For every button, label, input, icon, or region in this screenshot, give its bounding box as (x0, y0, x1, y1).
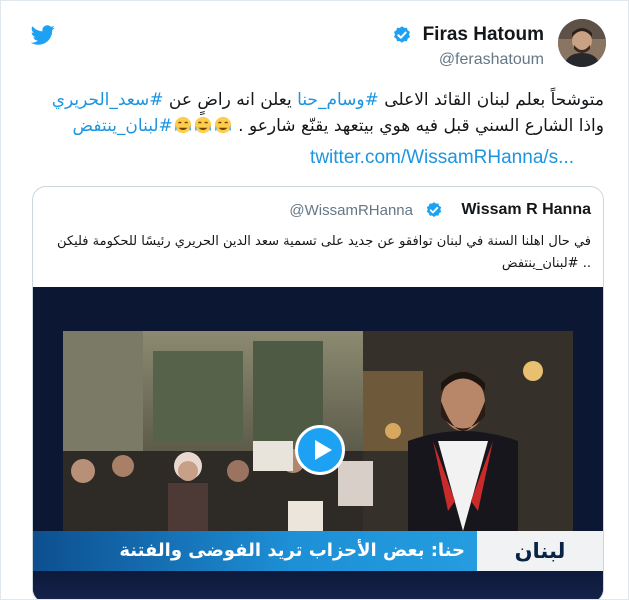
tears-of-joy-emoji-icon (194, 116, 211, 134)
play-icon[interactable] (295, 425, 345, 475)
author-name[interactable]: Firas Hatoum (423, 24, 544, 46)
tweet-text: متوشحاً بعلم لبنان القائد الاعلى #وسام_ح… (31, 87, 604, 139)
hashtag-link[interactable]: #سعد_الحريري (52, 90, 164, 110)
hashtag-link[interactable]: #وسام_حنا (297, 90, 379, 110)
tweet-text-part: متوشحاً بعلم لبنان القائد الاعلى (378, 90, 604, 110)
tweet-url-link[interactable]: twitter.com/WissamRHanna/s... (310, 147, 574, 169)
news-banner: حنا: بعض الأحزاب تريد الفوضى والفتنة لبن… (33, 531, 603, 571)
twitter-bird-icon[interactable] (31, 23, 55, 47)
tweet-text-part: واذا الشارع السني قبل فيه هوي بيتعهد يقن… (232, 116, 604, 136)
quoted-author-handle[interactable]: @WissamRHanna (289, 202, 413, 219)
embedded-tweet-card: Firas Hatoum @ferashatoum متوشحاً بعلم ل… (0, 0, 629, 600)
video-lower-strip (33, 571, 603, 599)
news-banner-tag-label: لبنان (514, 539, 566, 563)
news-banner-tag: لبنان (477, 531, 603, 571)
tears-of-joy-emoji-icon (214, 116, 231, 134)
quoted-hashtag: #لبنان_ينتفض (501, 256, 579, 271)
quoted-tweet[interactable]: Wissam R Hanna @WissamRHanna في حال اهلن… (32, 186, 604, 599)
verified-badge-icon (426, 202, 442, 217)
news-banner-headline: حنا: بعض الأحزاب تريد الفوضى والفتنة (119, 540, 465, 561)
author-handle[interactable]: @ferashatoum (439, 51, 544, 69)
hashtag-link[interactable]: #لبنان_ينتفض (73, 116, 173, 136)
tweet-text-part: يعلن انه راضٍ عن (163, 90, 298, 110)
quoted-tweet-text: في حال اهلنا السنة في لبنان توافقو عن جد… (45, 231, 591, 275)
tears-of-joy-emoji-icon (174, 116, 191, 134)
quoted-author-name[interactable]: Wissam R Hanna (461, 201, 591, 219)
avatar-image (558, 19, 606, 67)
verified-badge-icon (394, 26, 410, 43)
quoted-video[interactable]: حنا: بعض الأحزاب تريد الفوضى والفتنة لبن… (33, 287, 603, 599)
author-avatar[interactable] (558, 19, 606, 67)
